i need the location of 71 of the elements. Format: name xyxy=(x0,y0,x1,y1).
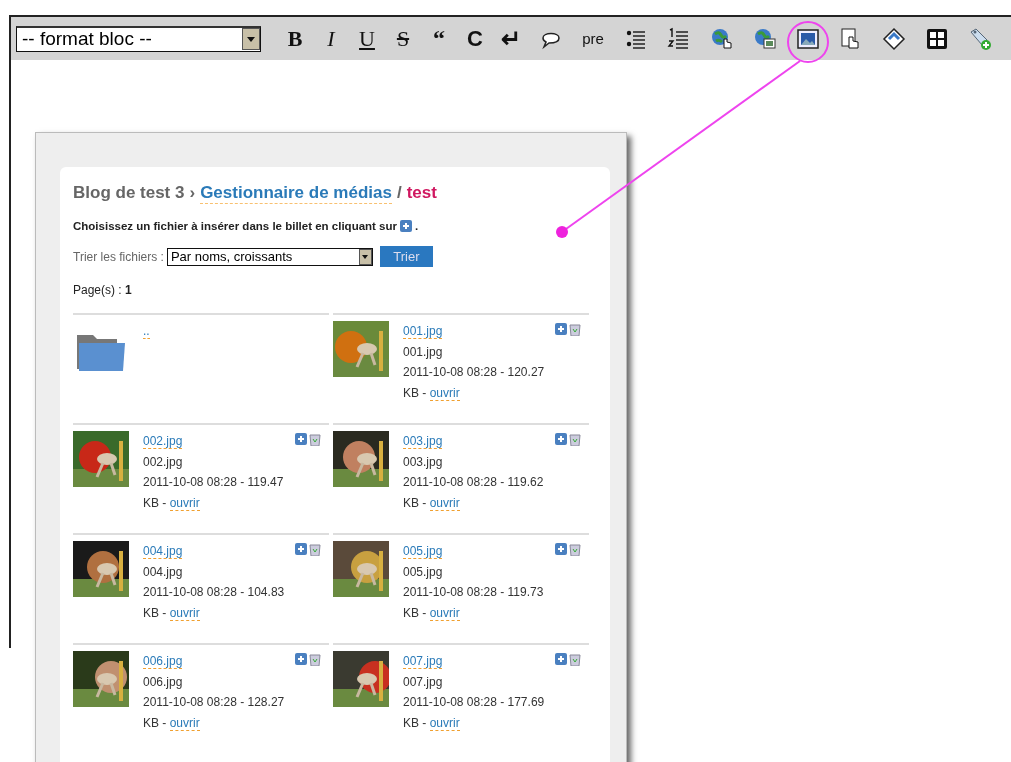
breadcrumb-separator: / xyxy=(396,183,402,203)
file-details: 2011-10-08 08:28 - 120.27 KB - ouvrir xyxy=(403,364,546,403)
sort-button[interactable]: Trier xyxy=(379,246,433,267)
file-link[interactable]: 007.jpg xyxy=(403,654,443,669)
image-icon[interactable] xyxy=(795,26,820,51)
table-icon[interactable] xyxy=(924,26,949,51)
open-link[interactable]: ouvrir xyxy=(169,715,200,731)
instruction-period: . xyxy=(415,220,419,232)
file-details: 2011-10-08 08:28 - 128.27 KB - ouvrir xyxy=(143,694,286,733)
insert-icon[interactable] xyxy=(295,653,307,665)
format-select[interactable]: -- format bloc -- xyxy=(16,25,261,52)
trash-icon[interactable] xyxy=(309,653,321,666)
trash-icon[interactable] xyxy=(569,653,581,666)
globe-image-icon[interactable] xyxy=(752,26,777,51)
format-button[interactable]: ↵ xyxy=(497,24,525,53)
current-folder: test xyxy=(406,183,437,203)
file-details: 2011-10-08 08:28 - 177.69 KB - ouvrir xyxy=(403,694,546,733)
file-details: 2011-10-08 08:28 - 119.73 KB - ouvrir xyxy=(403,584,545,623)
insert-icon[interactable] xyxy=(295,543,307,555)
trash-icon[interactable] xyxy=(569,323,581,336)
file-link[interactable]: 003.jpg xyxy=(403,434,443,449)
pages-label: Page(s) : xyxy=(73,283,122,297)
file-name: 006.jpg xyxy=(143,673,184,691)
insert-icon xyxy=(400,220,412,232)
file-name: 002.jpg xyxy=(143,453,184,471)
insert-icon[interactable] xyxy=(555,543,567,555)
format-button[interactable]: “ xyxy=(425,24,453,53)
file-name: 004.jpg xyxy=(143,563,184,581)
format-button[interactable]: B xyxy=(281,24,309,53)
trash-icon[interactable] xyxy=(569,433,581,446)
format-button[interactable]: I xyxy=(317,24,345,53)
open-link[interactable]: ouvrir xyxy=(429,715,460,731)
file-details: 2011-10-08 08:28 - 104.83 KB - ouvrir xyxy=(143,584,286,623)
file-details: 2011-10-08 08:28 - 119.62 KB - ouvrir xyxy=(403,474,545,513)
format-button[interactable]: pre xyxy=(576,24,610,53)
numbered-list-icon[interactable] xyxy=(666,26,691,51)
trash-icon[interactable] xyxy=(569,543,581,556)
file-name: 007.jpg xyxy=(403,673,444,691)
trash-icon[interactable] xyxy=(309,433,321,446)
globe-link-icon[interactable] xyxy=(709,26,734,51)
parent-folder-link[interactable]: .. xyxy=(143,324,150,339)
open-link[interactable]: ouvrir xyxy=(429,495,460,511)
file-link[interactable]: 005.jpg xyxy=(403,544,443,559)
insert-icon[interactable] xyxy=(555,433,567,445)
file-name: 001.jpg xyxy=(403,343,444,361)
file-name: 005.jpg xyxy=(403,563,444,581)
file-link[interactable]: 006.jpg xyxy=(143,654,183,669)
insert-icon[interactable] xyxy=(295,433,307,445)
insert-icon[interactable] xyxy=(555,323,567,335)
sort-select[interactable]: Par noms, croissants xyxy=(166,247,373,266)
sort-label: Trier les fichiers : xyxy=(73,249,164,264)
file-link[interactable]: 001.jpg xyxy=(403,324,443,339)
format-button[interactable]: S xyxy=(389,24,417,53)
file-details: 2011-10-08 08:28 - 119.47 KB - ouvrir xyxy=(143,474,285,513)
file-link[interactable]: 002.jpg xyxy=(143,434,183,449)
breadcrumb-separator: › xyxy=(189,183,196,203)
file-name: 003.jpg xyxy=(403,453,444,471)
format-button[interactable]: C xyxy=(461,24,489,53)
open-link[interactable]: ouvrir xyxy=(169,495,200,511)
instruction-text: Choisissez un fichier à insérer dans le billet en cliquant sur xyxy=(73,220,397,232)
format-button[interactable]: U xyxy=(353,24,381,53)
open-link[interactable]: ouvrir xyxy=(169,605,200,621)
diamond-icon[interactable] xyxy=(881,26,906,51)
blog-title: Blog de test 3 xyxy=(73,183,185,203)
media-manager-link[interactable]: Gestionnaire de médias xyxy=(200,183,392,204)
open-link[interactable]: ouvrir xyxy=(429,385,460,401)
open-link[interactable]: ouvrir xyxy=(429,605,460,621)
insert-icon[interactable] xyxy=(555,653,567,665)
page-number: 1 xyxy=(125,283,132,297)
file-link[interactable]: 004.jpg xyxy=(143,544,183,559)
trash-icon[interactable] xyxy=(309,543,321,556)
